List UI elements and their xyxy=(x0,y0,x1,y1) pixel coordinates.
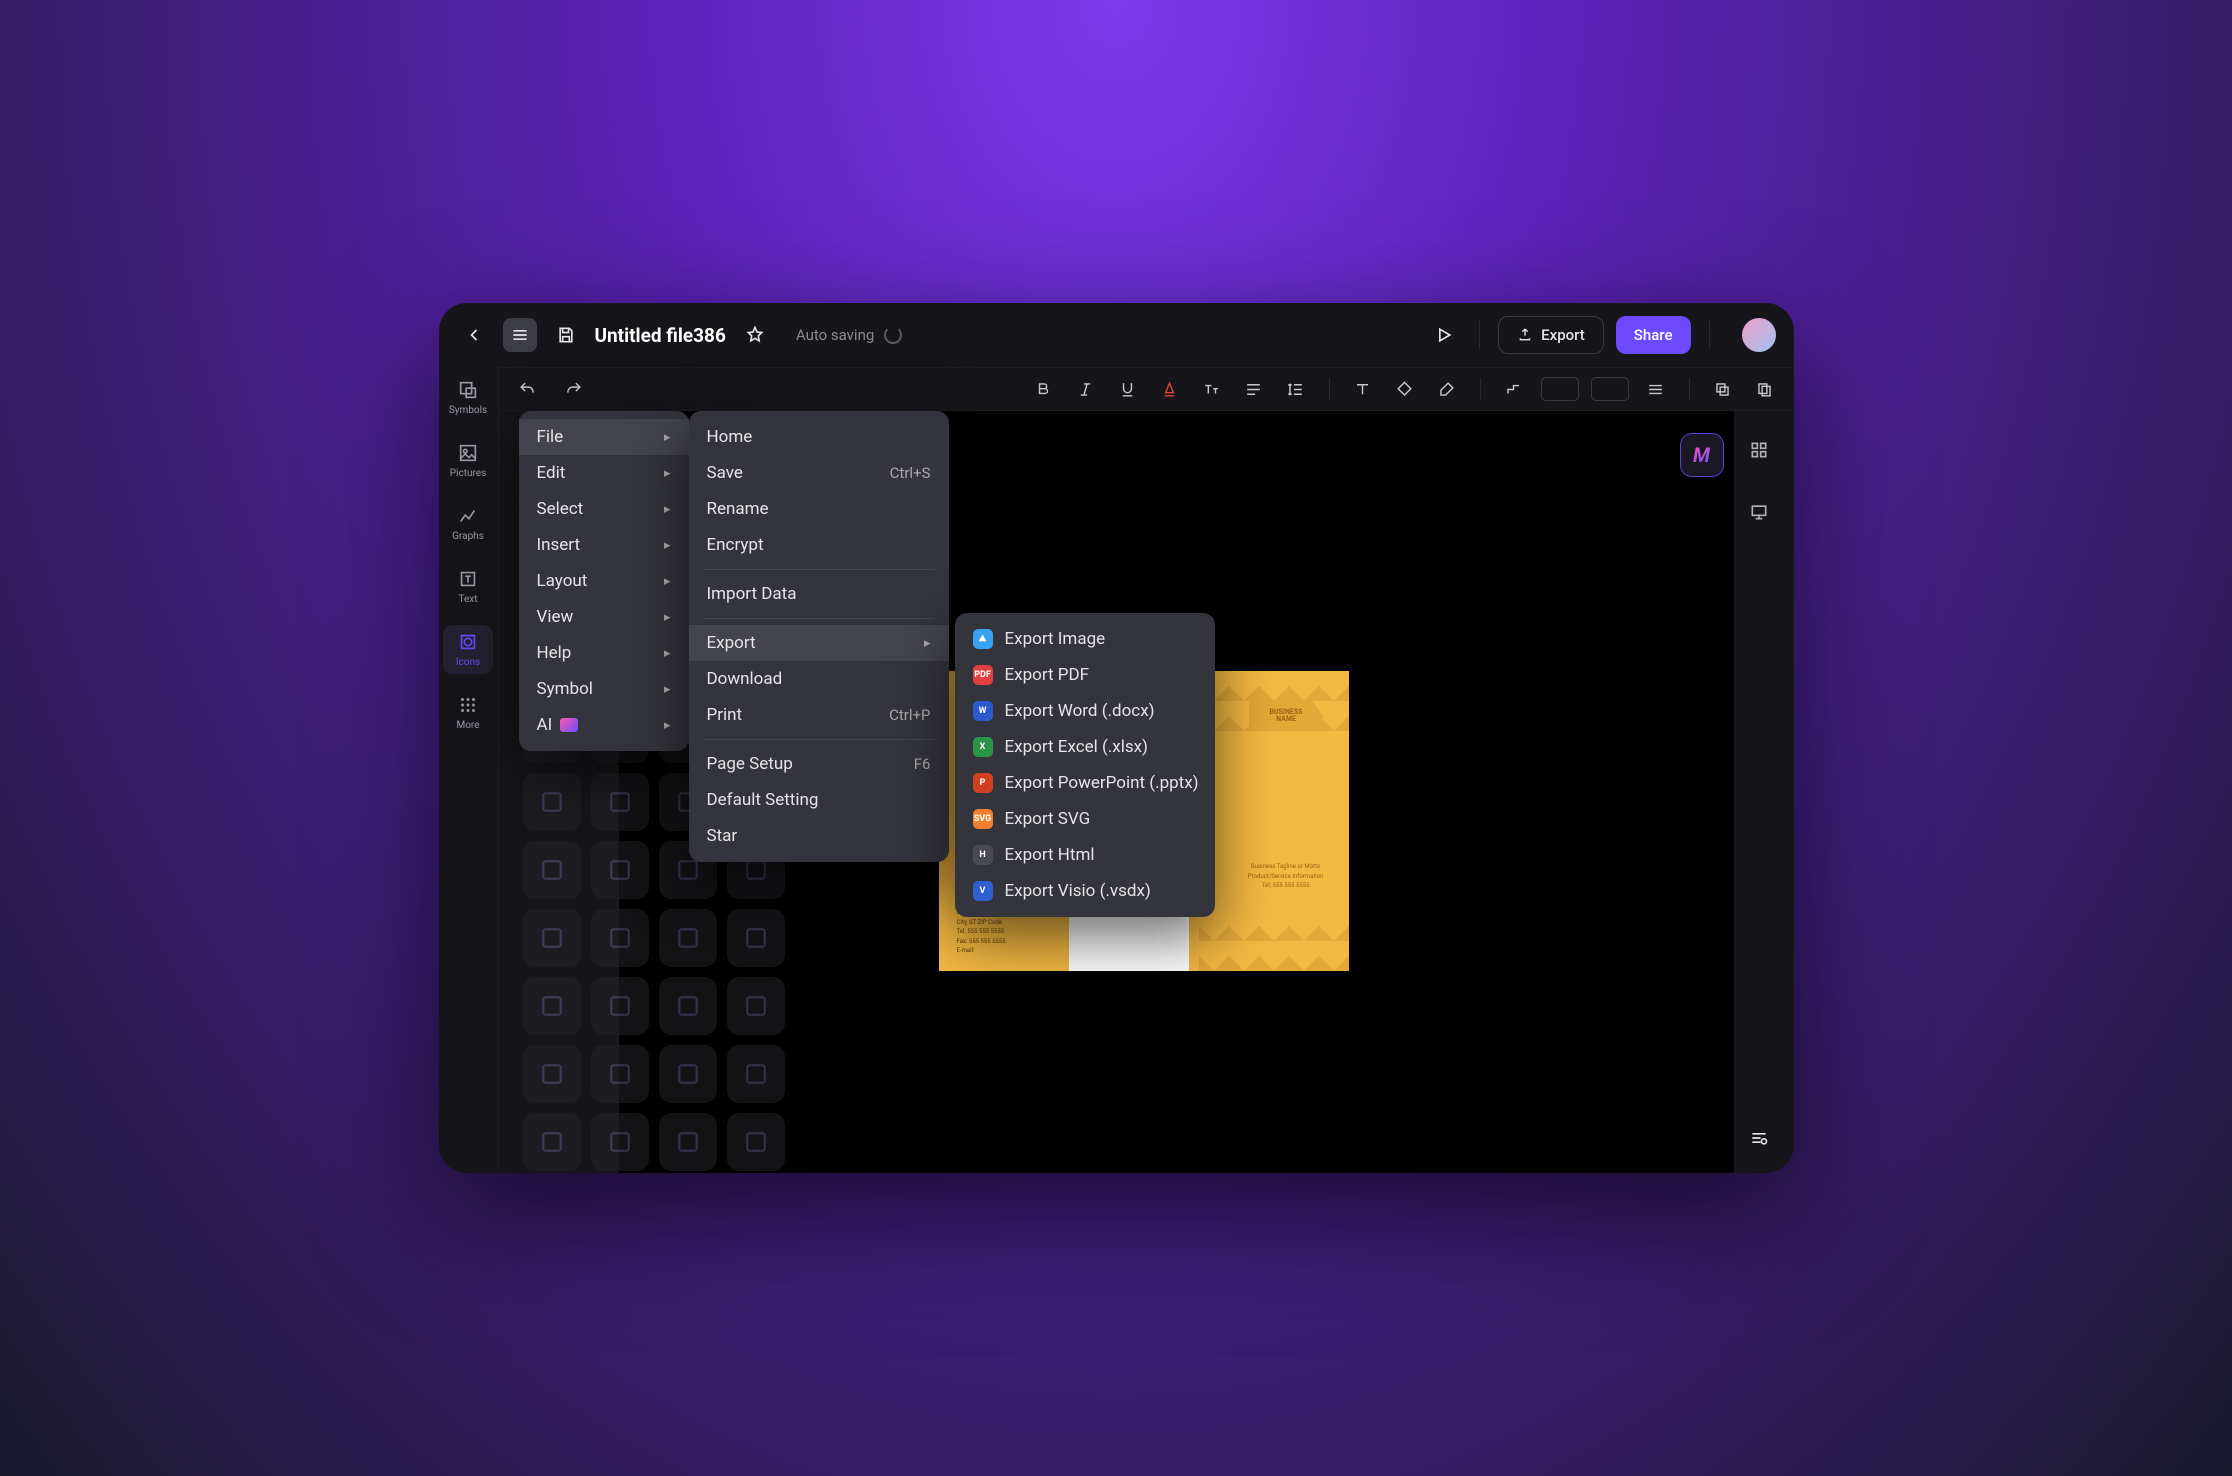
line-stack-button[interactable] xyxy=(1641,374,1671,404)
file-menu-print[interactable]: PrintCtrl+P xyxy=(689,697,949,733)
export-menu-xlsx[interactable]: XExport Excel (.xlsx) xyxy=(955,729,1215,765)
formatting-toolbar xyxy=(499,367,1794,411)
main-menu: File▸Edit▸Select▸Insert▸Layout▸View▸Help… xyxy=(519,411,689,751)
icon-library-item[interactable] xyxy=(523,841,581,899)
menu-item-file[interactable]: File▸ xyxy=(519,419,689,455)
right-rail xyxy=(1742,433,1776,529)
menu-item-ai[interactable]: AI▸ xyxy=(519,707,689,743)
sidebar-tool-symbols[interactable]: Symbols xyxy=(443,373,493,422)
top-bar: Untitled file386 Auto saving Export Shar… xyxy=(439,303,1794,367)
autosave-status: Auto saving xyxy=(796,326,902,344)
divider xyxy=(1479,321,1480,349)
export-menu-visio[interactable]: VExport Visio (.vsdx) xyxy=(955,873,1215,909)
layer-button[interactable] xyxy=(1708,374,1738,404)
icon-library-item[interactable] xyxy=(659,977,717,1035)
export-submenu: ⛰Export ImagePDFExport PDFWExport Word (… xyxy=(955,613,1215,917)
connector-button[interactable] xyxy=(1499,374,1529,404)
line-spacing-button[interactable] xyxy=(1281,374,1311,404)
menu-item-layout[interactable]: Layout▸ xyxy=(519,563,689,599)
icon-library-item[interactable] xyxy=(727,977,785,1035)
sidebar-tool-icons[interactable]: Icons xyxy=(443,625,493,674)
icon-library-item[interactable] xyxy=(523,773,581,831)
icon-library-item[interactable] xyxy=(523,1113,581,1171)
menu-item-select[interactable]: Select▸ xyxy=(519,491,689,527)
back-button[interactable] xyxy=(457,318,491,352)
spinner-icon xyxy=(884,326,902,344)
left-toolrail: Symbols Pictures Graphs Text Icons More xyxy=(439,367,499,1173)
sidebar-tool-more[interactable]: More xyxy=(443,688,493,737)
icon-library-item[interactable] xyxy=(727,1045,785,1103)
icon-library-item[interactable] xyxy=(659,1045,717,1103)
underline-button[interactable] xyxy=(1113,374,1143,404)
export-button[interactable]: Export xyxy=(1498,316,1604,354)
hamburger-menu-button[interactable] xyxy=(503,318,537,352)
export-menu-html[interactable]: HExport Html xyxy=(955,837,1215,873)
italic-button[interactable] xyxy=(1071,374,1101,404)
line-style-picker[interactable] xyxy=(1541,377,1579,401)
file-menu-star[interactable]: Star xyxy=(689,818,949,854)
icon-library-item[interactable] xyxy=(591,841,649,899)
icon-library-item[interactable] xyxy=(523,909,581,967)
avatar[interactable] xyxy=(1742,318,1776,352)
export-menu-img[interactable]: ⛰Export Image xyxy=(955,621,1215,657)
icon-library-item[interactable] xyxy=(727,1113,785,1171)
export-menu-pdf[interactable]: PDFExport PDF xyxy=(955,657,1215,693)
sidebar-tool-graphs[interactable]: Graphs xyxy=(443,499,493,548)
icon-library-item[interactable] xyxy=(591,1113,649,1171)
file-menu-export[interactable]: Export▸ xyxy=(689,625,949,661)
icon-library-item[interactable] xyxy=(659,1113,717,1171)
share-button[interactable]: Share xyxy=(1616,316,1691,354)
bold-button[interactable] xyxy=(1029,374,1059,404)
file-menu-page-setup[interactable]: Page SetupF6 xyxy=(689,746,949,782)
icon-library-item[interactable] xyxy=(727,909,785,967)
file-menu-rename[interactable]: Rename xyxy=(689,491,949,527)
file-menu-save[interactable]: SaveCtrl+S xyxy=(689,455,949,491)
font-color-button[interactable] xyxy=(1155,374,1185,404)
file-menu-default-setting[interactable]: Default Setting xyxy=(689,782,949,818)
menu-item-symbol[interactable]: Symbol▸ xyxy=(519,671,689,707)
menu-item-edit[interactable]: Edit▸ xyxy=(519,455,689,491)
divider xyxy=(1709,321,1710,349)
apps-icon[interactable] xyxy=(1742,433,1776,467)
icon-library-item[interactable] xyxy=(591,773,649,831)
brush-button[interactable] xyxy=(1432,374,1462,404)
icon-library-item[interactable] xyxy=(591,1045,649,1103)
icon-library-item[interactable] xyxy=(591,909,649,967)
export-menu-word[interactable]: WExport Word (.docx) xyxy=(955,693,1215,729)
icon-library-item[interactable] xyxy=(591,977,649,1035)
menu-item-help[interactable]: Help▸ xyxy=(519,635,689,671)
play-button[interactable] xyxy=(1427,318,1461,352)
file-menu-download[interactable]: Download xyxy=(689,661,949,697)
menu-item-insert[interactable]: Insert▸ xyxy=(519,527,689,563)
sidebar-tool-text[interactable]: Text xyxy=(443,562,493,611)
fill-button[interactable] xyxy=(1390,374,1420,404)
list-settings-icon[interactable] xyxy=(1742,1121,1776,1155)
export-menu-pptx[interactable]: PExport PowerPoint (.pptx) xyxy=(955,765,1215,801)
icon-library-item[interactable] xyxy=(659,909,717,967)
star-button[interactable] xyxy=(738,318,772,352)
text-tool-button[interactable] xyxy=(1348,374,1378,404)
undo-button[interactable] xyxy=(513,374,543,404)
menu-item-view[interactable]: View▸ xyxy=(519,599,689,635)
file-menu-import-data[interactable]: Import Data xyxy=(689,576,949,612)
redo-button[interactable] xyxy=(559,374,589,404)
file-menu-home[interactable]: Home xyxy=(689,419,949,455)
icon-library-item[interactable] xyxy=(523,1045,581,1103)
export-menu-svg[interactable]: SVGExport SVG xyxy=(955,801,1215,837)
sidebar-tool-pictures[interactable]: Pictures xyxy=(443,436,493,485)
save-icon[interactable] xyxy=(549,318,583,352)
ai-assistant-badge[interactable]: M xyxy=(1680,433,1724,477)
present-icon[interactable] xyxy=(1742,495,1776,529)
align-button[interactable] xyxy=(1239,374,1269,404)
file-submenu: HomeSaveCtrl+SRenameEncrypt Import Data Ex… xyxy=(689,411,949,862)
copy-button[interactable] xyxy=(1750,374,1780,404)
arrow-style-picker[interactable] xyxy=(1591,377,1629,401)
file-menu-encrypt[interactable]: Encrypt xyxy=(689,527,949,563)
icon-library-item[interactable] xyxy=(523,977,581,1035)
text-transform-button[interactable] xyxy=(1197,374,1227,404)
document-title[interactable]: Untitled file386 xyxy=(595,324,726,347)
